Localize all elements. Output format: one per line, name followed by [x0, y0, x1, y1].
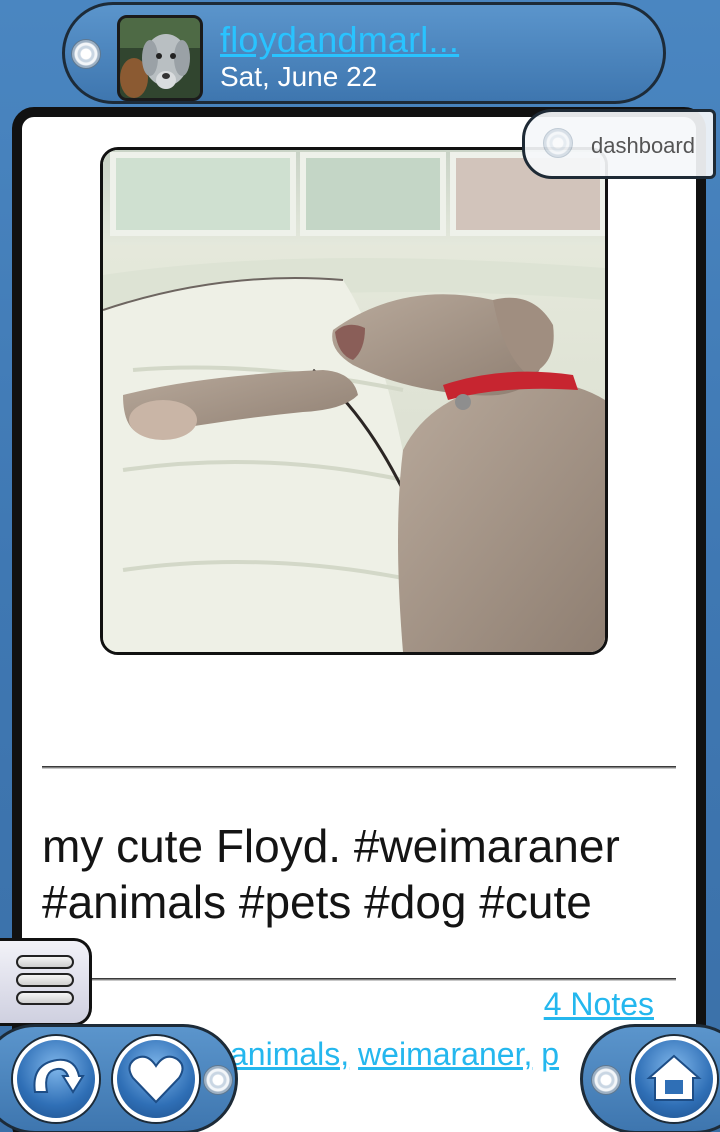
tag-link[interactable]: p: [541, 1036, 559, 1072]
tag-link[interactable]: animals,: [230, 1036, 349, 1072]
divider-top: [42, 766, 676, 769]
menu-stack-icon: [16, 973, 74, 987]
home-icon: [646, 1054, 702, 1101]
blog-header: floydandmarl... Sat, June 22: [62, 2, 666, 104]
dashboard-label: dashboard: [591, 133, 695, 158]
menu-stack-icon: [16, 955, 74, 969]
reblog-button[interactable]: [13, 1036, 99, 1122]
post-caption: my cute Floyd. #weimaraner #animals #pet…: [42, 820, 620, 928]
divider-bottom: [42, 978, 676, 981]
blog-name-link[interactable]: floydandmarl...: [220, 19, 459, 61]
menu-stack-icon: [16, 991, 74, 1005]
avatar-image: [120, 18, 200, 98]
header-radio-icon[interactable]: [71, 39, 101, 69]
home-radio-icon[interactable]: [591, 1065, 621, 1095]
home-bar: [580, 1024, 720, 1132]
post-date: Sat, June 22: [220, 61, 378, 92]
post-actions-bar: [0, 1024, 238, 1132]
heart-icon: [128, 1055, 184, 1104]
dashboard-tab[interactable]: dashboard: [522, 109, 716, 179]
reblog-arrow-icon: [33, 1058, 85, 1094]
post-photo[interactable]: [100, 147, 608, 655]
menu-button[interactable]: [0, 938, 92, 1026]
tags-line: animals, weimaraner, p: [230, 1036, 590, 1080]
home-button[interactable]: [631, 1036, 717, 1122]
actions-radio-icon[interactable]: [203, 1065, 233, 1095]
dashboard-radio-icon: [543, 128, 573, 158]
notes-link[interactable]: 4 Notes: [544, 986, 654, 1023]
like-button[interactable]: [113, 1036, 199, 1122]
tag-link[interactable]: weimaraner,: [358, 1036, 532, 1072]
dog-photo-image: [103, 150, 605, 652]
avatar[interactable]: [117, 15, 203, 101]
